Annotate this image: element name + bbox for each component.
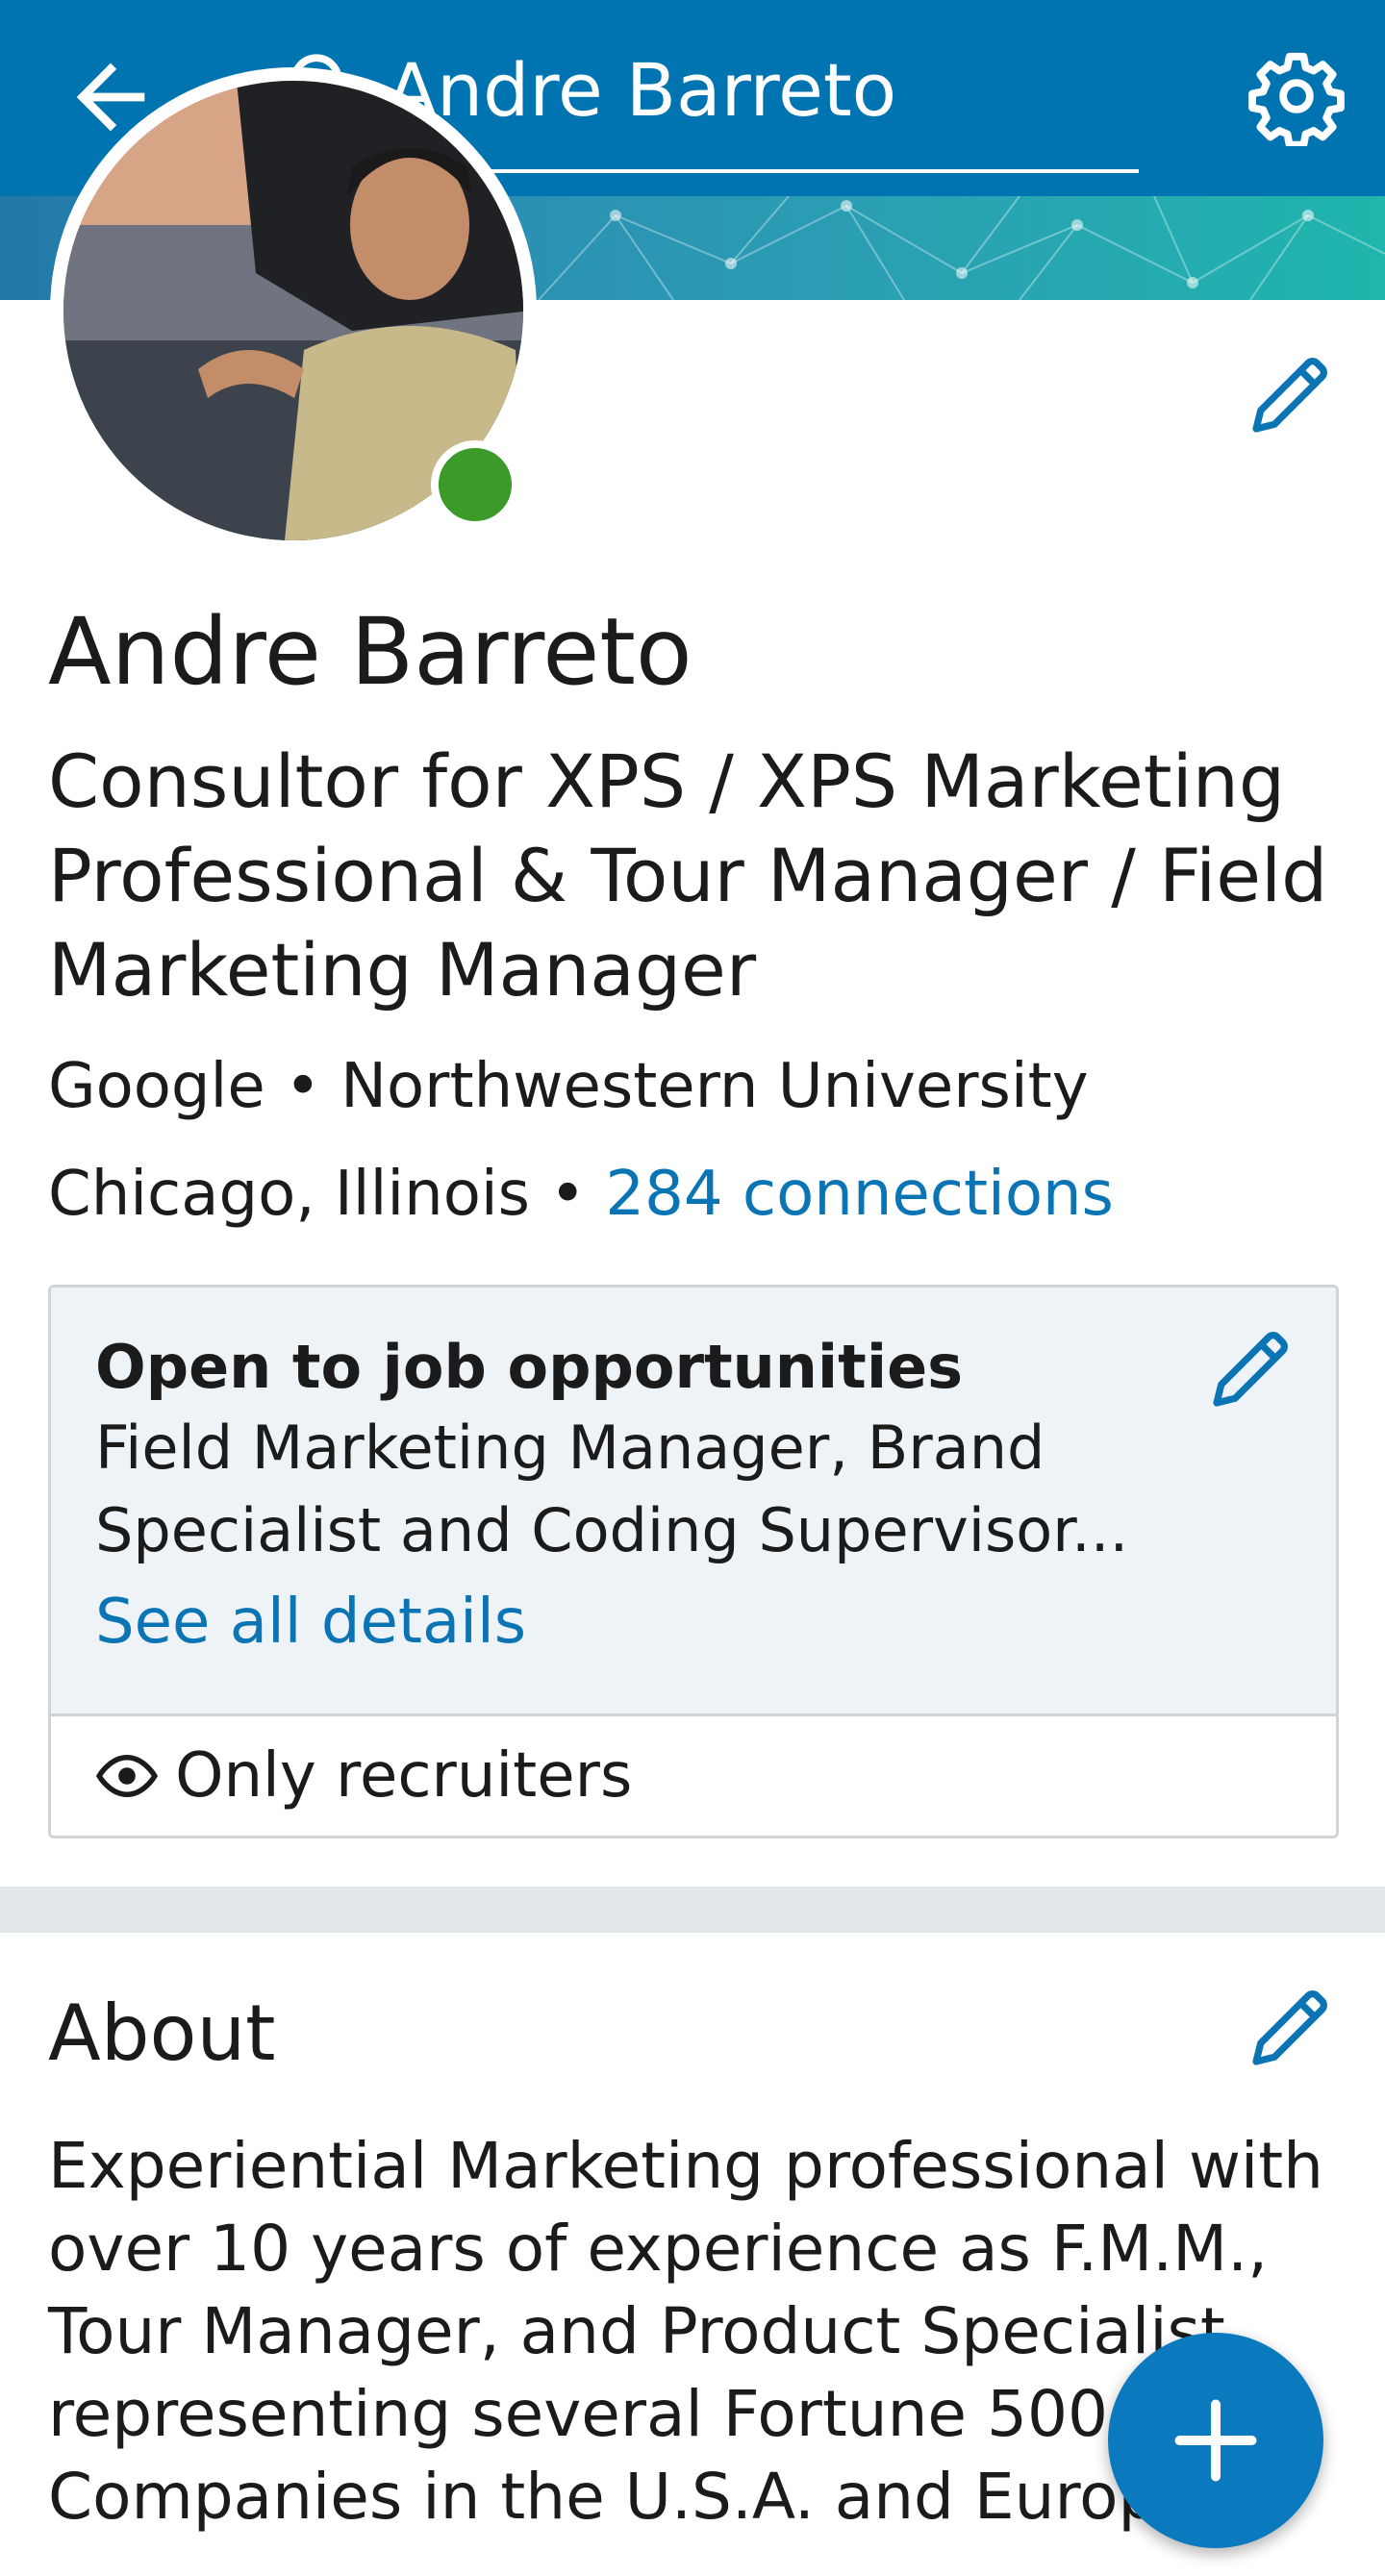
visibility-row: Only recruiters bbox=[95, 1728, 632, 1824]
separator-dot: • bbox=[549, 1159, 587, 1230]
section-divider bbox=[0, 1887, 1385, 1933]
open-to-work-title: Open to job opportunities bbox=[95, 1332, 964, 1402]
edit-intro-button[interactable] bbox=[1245, 348, 1337, 440]
visibility-label: Only recruiters bbox=[175, 1740, 633, 1812]
see-all-details-link[interactable]: See all details bbox=[95, 1576, 526, 1668]
current-company[interactable]: Google bbox=[48, 1051, 265, 1122]
plus-icon bbox=[1174, 2399, 1257, 2482]
eye-icon bbox=[95, 1744, 159, 1808]
location: Chicago, Illinois bbox=[48, 1159, 530, 1230]
separator-dot: • bbox=[285, 1051, 321, 1122]
open-to-work-card: Open to job opportunities Field Marketin… bbox=[48, 1285, 1339, 1838]
edit-job-preferences-button[interactable] bbox=[1205, 1322, 1297, 1414]
school[interactable]: Northwestern University bbox=[340, 1051, 1088, 1122]
pencil-icon bbox=[1252, 1990, 1327, 2065]
profile-headline: Consultor for XPS / XPS Marketing Profes… bbox=[48, 738, 1328, 1013]
pencil-icon bbox=[1213, 1332, 1288, 1407]
connections-link[interactable]: 284 connections bbox=[605, 1159, 1113, 1230]
online-status-indicator bbox=[431, 440, 519, 529]
settings-button[interactable] bbox=[1246, 46, 1347, 149]
gear-icon bbox=[1248, 52, 1345, 149]
open-to-work-description: Field Marketing Manager, Brand Specialis… bbox=[95, 1413, 1129, 1565]
profile-location-row: Chicago, Illinois • 284 connections bbox=[48, 1150, 1114, 1238]
profile-company-school: Google • Northwestern University bbox=[48, 1042, 1089, 1131]
add-section-button[interactable] bbox=[1108, 2333, 1323, 2548]
profile-name: Andre Barreto bbox=[48, 598, 692, 706]
search-input[interactable]: Andre Barreto bbox=[387, 42, 896, 138]
open-to-work-details[interactable]: Open to job opportunities Field Marketin… bbox=[51, 1288, 1336, 1716]
pencil-icon bbox=[1252, 358, 1327, 433]
about-heading: About bbox=[48, 1988, 276, 2078]
edit-about-button[interactable] bbox=[1245, 1981, 1337, 2073]
